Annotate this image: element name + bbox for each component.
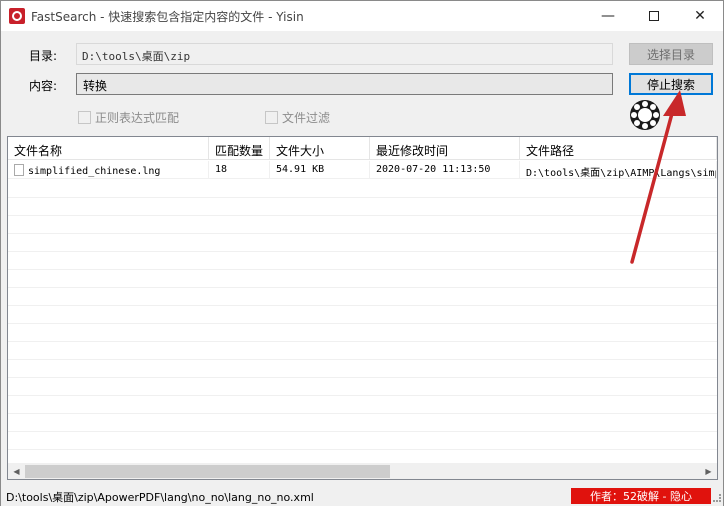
column-header-path[interactable]: 文件路径: [520, 137, 717, 160]
content-label: 内容:: [29, 79, 58, 93]
title-bar[interactable]: FastSearch - 快速搜索包含指定内容的文件 - Yisin — ✕: [1, 1, 723, 31]
cell-modified: 2020-07-20 11:13:50: [370, 161, 520, 179]
column-header-matches[interactable]: 匹配数量: [209, 137, 270, 160]
file-icon: [14, 164, 24, 176]
stop-search-button[interactable]: 停止搜索: [629, 73, 713, 95]
minimize-icon: —: [601, 8, 615, 24]
dir-label: 目录:: [29, 49, 58, 63]
filter-checkbox[interactable]: 文件过滤: [265, 109, 330, 126]
status-bar: D:\tools\桌面\zip\ApowerPDF\lang\no_no\lan…: [1, 486, 723, 506]
scrollbar-thumb[interactable]: [25, 465, 390, 478]
select-dir-button[interactable]: 选择目录: [629, 43, 713, 65]
maximize-icon: [649, 11, 659, 21]
resize-grip-icon[interactable]: [713, 494, 721, 502]
cell-size: 54.91 KB: [270, 161, 370, 179]
regex-checkbox-label: 正则表达式匹配: [95, 111, 180, 125]
checkbox-box-icon: [78, 111, 91, 124]
horizontal-scrollbar[interactable]: ◀ ▶: [8, 463, 717, 479]
column-header-name[interactable]: 文件名称: [8, 137, 209, 160]
dir-field[interactable]: D:\tools\桌面\zip: [76, 43, 613, 65]
minimize-button[interactable]: —: [585, 1, 631, 31]
file-name-text: simplified_chinese.lng: [28, 166, 161, 177]
scroll-left-icon[interactable]: ◀: [8, 463, 25, 479]
table-row[interactable]: simplified_chinese.lng 18 54.91 KB 2020-…: [8, 161, 717, 179]
app-window: FastSearch - 快速搜索包含指定内容的文件 - Yisin — ✕ 目…: [0, 0, 724, 506]
loading-spinner-icon: [630, 100, 660, 130]
cell-name: simplified_chinese.lng: [8, 161, 209, 179]
regex-checkbox[interactable]: 正则表达式匹配: [78, 109, 179, 126]
author-badge: 作者：52破解 - 隐心: [571, 488, 711, 504]
close-button[interactable]: ✕: [677, 1, 723, 31]
scroll-right-icon[interactable]: ▶: [700, 463, 717, 479]
app-search-icon: [9, 8, 25, 24]
checkbox-box-icon: [265, 111, 278, 124]
close-icon: ✕: [694, 8, 706, 24]
results-list[interactable]: 文件名称 匹配数量 文件大小 最近修改时间 文件路径 simplified_ch…: [7, 136, 718, 480]
column-header-modified[interactable]: 最近修改时间: [370, 137, 520, 160]
cell-path: D:\tools\桌面\zip\AIMP\Langs\simplified_ch…: [520, 161, 717, 179]
window-title: FastSearch - 快速搜索包含指定内容的文件 - Yisin: [31, 10, 304, 24]
filter-checkbox-label: 文件过滤: [282, 111, 331, 125]
list-header: 文件名称 匹配数量 文件大小 最近修改时间 文件路径: [8, 137, 717, 160]
column-header-size[interactable]: 文件大小: [270, 137, 370, 160]
status-path: D:\tools\桌面\zip\ApowerPDF\lang\no_no\lan…: [6, 491, 314, 504]
maximize-button[interactable]: [631, 1, 677, 31]
cell-matches: 18: [209, 161, 270, 179]
content-input[interactable]: 转换: [76, 73, 613, 95]
